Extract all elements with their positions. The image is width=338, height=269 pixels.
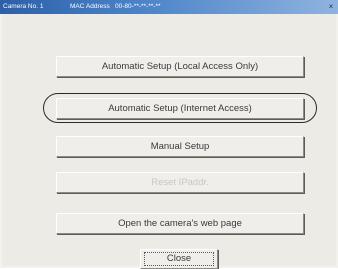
close-icon[interactable]: × bbox=[326, 0, 336, 14]
dialog-body: Automatic Setup (Local Access Only) Auto… bbox=[2, 14, 336, 269]
automatic-setup-internet-label: Automatic Setup (Internet Access) bbox=[108, 103, 252, 114]
close-button[interactable]: Close bbox=[140, 249, 218, 269]
mac-address-value: 00-80-**-**-**-** bbox=[115, 3, 161, 10]
automatic-setup-internet-button[interactable]: Automatic Setup (Internet Access) bbox=[56, 98, 304, 119]
mac-address-label: MAC Address bbox=[70, 3, 110, 10]
reset-ipaddr-button[interactable]: Reset IPaddr. bbox=[56, 172, 304, 193]
automatic-setup-local-button[interactable]: Automatic Setup (Local Access Only) bbox=[56, 56, 304, 77]
camera-number-label: Camera No. 1 bbox=[3, 3, 44, 10]
manual-setup-label: Manual Setup bbox=[150, 141, 210, 152]
automatic-setup-local-label: Automatic Setup (Local Access Only) bbox=[101, 61, 259, 72]
focus-rectangle bbox=[144, 252, 214, 266]
title-bar[interactable]: Camera No. 1 MAC Address 00-80-**-**-**-… bbox=[0, 0, 338, 14]
manual-setup-button[interactable]: Manual Setup bbox=[56, 136, 304, 157]
reset-ipaddr-label: Reset IPaddr. bbox=[151, 177, 209, 188]
open-web-page-label: Open the camera's web page bbox=[118, 218, 242, 229]
open-web-page-button[interactable]: Open the camera's web page bbox=[56, 213, 304, 234]
camera-setup-window: Camera No. 1 MAC Address 00-80-**-**-**-… bbox=[0, 0, 338, 269]
